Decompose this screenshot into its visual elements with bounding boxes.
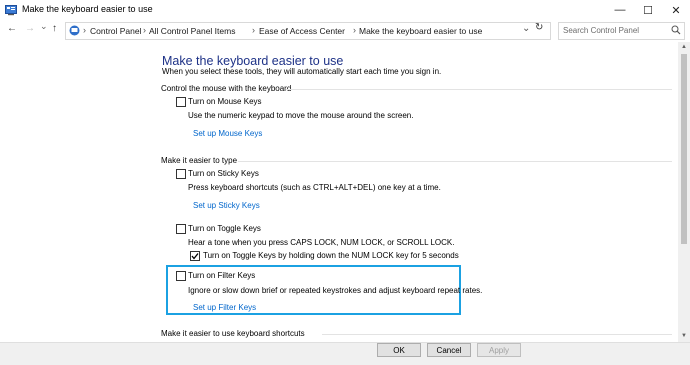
scroll-down-icon[interactable]: ▼ (679, 333, 689, 339)
section-divider (322, 334, 672, 335)
setup-sticky-keys-link[interactable]: Set up Sticky Keys (193, 201, 260, 210)
toggle-keys-description: Hear a tone when you press CAPS LOCK, NU… (188, 238, 455, 247)
maximize-button[interactable]: ☐ (634, 0, 662, 20)
filter-keys-description: Ignore or slow down brief or repeated ke… (188, 286, 483, 295)
breadcrumb-ease-of-access[interactable]: Ease of Access Center (259, 26, 345, 36)
section-divider (238, 161, 672, 162)
filter-keys-checkbox[interactable] (176, 271, 186, 281)
control-panel-address-icon (69, 25, 80, 36)
breadcrumb-separator: › (353, 25, 356, 35)
section-title-shortcuts: Make it easier to use keyboard shortcuts (161, 329, 305, 338)
breadcrumb-current[interactable]: Make the keyboard easier to use (359, 26, 482, 36)
up-arrow-icon[interactable]: ↑ (52, 23, 57, 34)
search-box[interactable] (558, 22, 685, 40)
breadcrumb-control-panel[interactable]: Control Panel (90, 26, 142, 36)
address-dropdown-icon[interactable]: ⌄ (522, 23, 530, 34)
mouse-keys-checkbox[interactable] (176, 97, 186, 107)
control-panel-icon (5, 5, 17, 16)
sticky-keys-label[interactable]: Turn on Sticky Keys (188, 169, 259, 178)
search-icon[interactable] (671, 25, 681, 35)
title-bar: Make the keyboard easier to use — ☐ ✕ (0, 0, 690, 20)
section-title-typing: Make it easier to type (161, 156, 238, 165)
setup-mouse-keys-link[interactable]: Set up Mouse Keys (193, 129, 262, 138)
page-subtitle: When you select these tools, they will a… (162, 67, 442, 76)
sticky-keys-description: Press keyboard shortcuts (such as CTRL+A… (188, 183, 441, 192)
sticky-keys-checkbox[interactable] (176, 169, 186, 179)
scrollbar-thumb[interactable] (681, 54, 687, 244)
scroll-up-icon[interactable]: ▲ (679, 44, 689, 50)
filter-keys-label[interactable]: Turn on Filter Keys (188, 271, 255, 280)
toggle-keys-numlock-label[interactable]: Turn on Toggle Keys by holding down the … (203, 251, 459, 260)
recent-locations-icon[interactable]: ⌄ (40, 21, 48, 32)
page-title: Make the keyboard easier to use (162, 54, 344, 68)
apply-button[interactable]: Apply (477, 343, 521, 357)
breadcrumb-separator: › (143, 25, 146, 35)
toggle-keys-label[interactable]: Turn on Toggle Keys (188, 224, 261, 233)
address-bar[interactable]: › Control Panel › All Control Panel Item… (65, 22, 551, 40)
section-title-mouse: Control the mouse with the keyboard (161, 84, 292, 93)
cancel-button[interactable]: Cancel (427, 343, 471, 357)
breadcrumb-separator: › (252, 25, 255, 35)
minimize-button[interactable]: — (606, 0, 634, 20)
close-button[interactable]: ✕ (662, 0, 690, 20)
toggle-keys-checkbox[interactable] (176, 224, 186, 234)
search-input[interactable] (563, 24, 668, 37)
checkmark-icon (191, 253, 199, 260)
toggle-keys-numlock-checkbox[interactable] (190, 251, 200, 261)
back-arrow-icon[interactable]: ← (7, 23, 17, 34)
setup-filter-keys-link[interactable]: Set up Filter Keys (193, 303, 256, 312)
breadcrumb-all-items[interactable]: All Control Panel Items (149, 26, 235, 36)
refresh-icon[interactable]: ↻ (535, 22, 543, 33)
breadcrumb-separator: › (83, 25, 86, 35)
footer-bar (0, 342, 690, 365)
mouse-keys-description: Use the numeric keypad to move the mouse… (188, 111, 414, 120)
forward-arrow-icon[interactable]: → (25, 23, 35, 34)
window-title: Make the keyboard easier to use (22, 4, 153, 14)
ok-button[interactable]: OK (377, 343, 421, 357)
section-divider (286, 89, 672, 90)
mouse-keys-label[interactable]: Turn on Mouse Keys (188, 97, 262, 106)
